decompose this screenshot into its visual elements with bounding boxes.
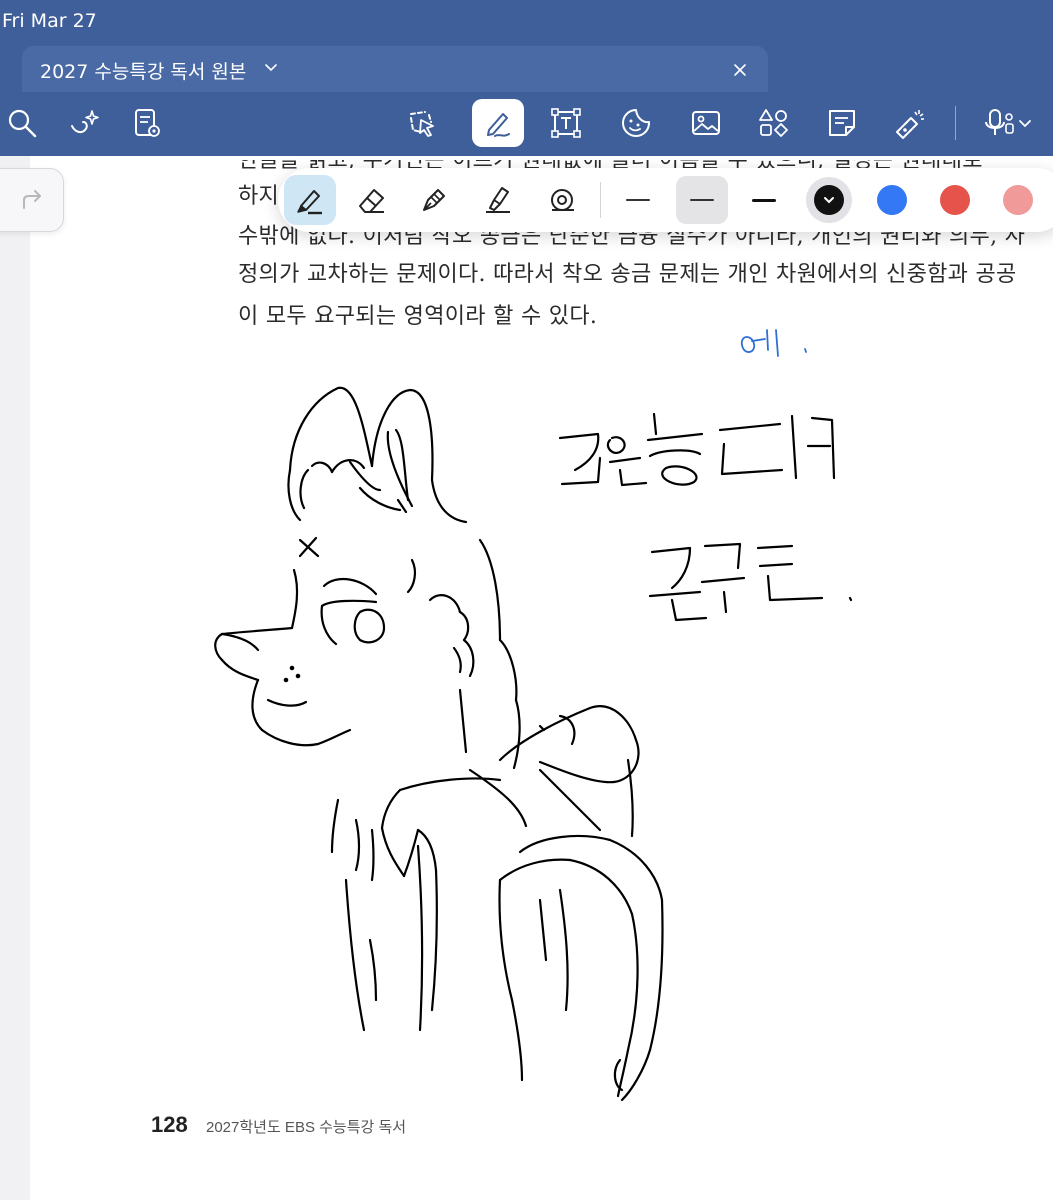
toolbar-divider [955, 106, 956, 140]
ai-assist-button[interactable] [62, 101, 106, 145]
sticky-note-icon [829, 110, 855, 136]
chevron-down-icon[interactable] [262, 58, 280, 76]
text-box-button[interactable] [544, 101, 588, 145]
lasso-tool-button[interactable] [400, 101, 444, 145]
chevron-down-icon [824, 197, 834, 204]
lasso-icon [410, 111, 434, 137]
document-line: 하지 [238, 184, 280, 209]
color-swatch-blue[interactable] [877, 185, 907, 215]
search-icon [8, 109, 37, 138]
stroke-thick-option[interactable] [738, 176, 790, 224]
palette-fountain-pen-button[interactable] [410, 176, 458, 224]
shapes-icon [759, 109, 788, 137]
stroke-thin-option[interactable] [612, 176, 664, 224]
color-swatch-black[interactable] [814, 185, 844, 215]
color-swatch-pink[interactable] [1003, 185, 1033, 215]
image-button[interactable] [684, 101, 728, 145]
page-view-button[interactable] [124, 101, 168, 145]
chevron-down-icon [1019, 120, 1031, 128]
palette-tape-button[interactable] [538, 176, 586, 224]
palette-highlighter-button[interactable] [474, 176, 522, 224]
tab-title: 2027 수능특강 독서 원본 [40, 61, 247, 83]
laser-pointer-icon [896, 110, 924, 139]
palette-divider [600, 182, 601, 218]
search-button[interactable] [0, 101, 44, 145]
sticky-note-button[interactable] [820, 101, 864, 145]
document-line: 정의가 교차하는 문제이다. 따라서 착오 송금 문제는 개인 차원에서의 신중… [238, 262, 1017, 287]
palette-pen-button[interactable] [284, 175, 336, 225]
tape-icon [551, 189, 574, 211]
text-box-icon [551, 108, 581, 138]
book-title-footer: 2027학년도 EBS 수능특강 독서 [206, 1119, 407, 1136]
fountain-pen-icon [423, 189, 445, 211]
palette-eraser-button[interactable] [348, 176, 396, 224]
close-icon[interactable] [728, 58, 752, 82]
pen-tool-button[interactable] [472, 99, 524, 147]
status-bar-date: Fri Mar 27 [2, 10, 97, 32]
highlighter-icon [486, 187, 510, 213]
sticker-button[interactable] [614, 101, 658, 145]
eraser-icon [359, 189, 384, 213]
document-tab[interactable]: 2027 수능특강 독서 원본 [22, 46, 768, 92]
pen-icon [297, 190, 322, 215]
pen-palette [278, 168, 1053, 232]
sticker-icon [622, 109, 650, 137]
microphone-icon [985, 109, 1014, 135]
stroke-medium-option[interactable] [676, 176, 728, 224]
redo-button[interactable] [0, 168, 64, 232]
image-icon [692, 111, 720, 135]
page-view-icon [135, 109, 160, 137]
sparkle-lasso-icon [71, 110, 99, 134]
left-gutter [0, 156, 30, 1200]
laser-pointer-button[interactable] [888, 101, 932, 145]
page-number: 128 [151, 1112, 188, 1137]
shapes-button[interactable] [752, 101, 796, 145]
document-line: 이 모두 요구되는 영역이라 할 수 있다. [238, 304, 598, 329]
audio-record-button[interactable] [968, 101, 1048, 145]
pen-icon [487, 113, 510, 137]
top-chrome: Fri Mar 27 2027 수능특강 독서 원본 [0, 0, 1053, 156]
redo-icon [23, 190, 41, 209]
color-swatch-red[interactable] [940, 185, 970, 215]
